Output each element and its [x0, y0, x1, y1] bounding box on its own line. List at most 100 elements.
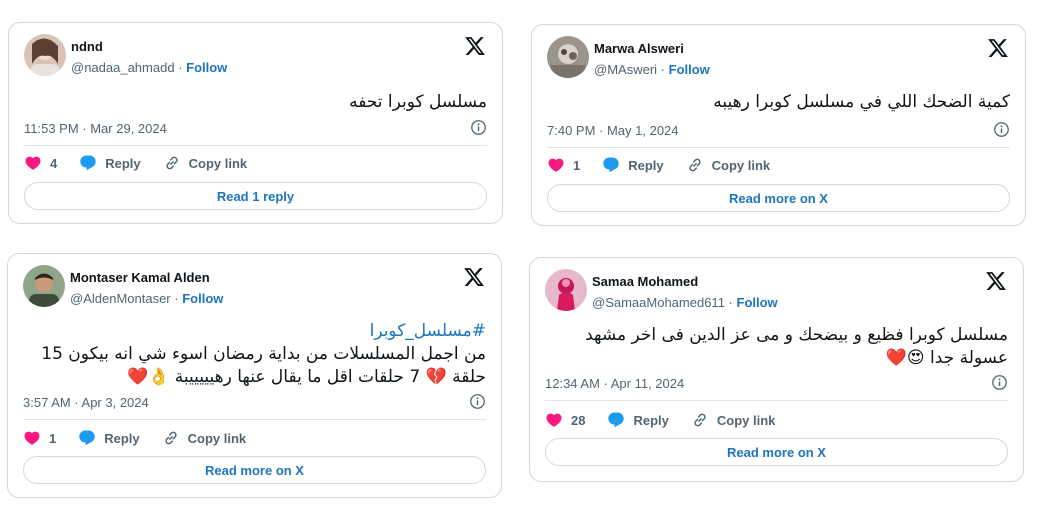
reply-icon — [607, 411, 625, 429]
author-handle[interactable]: @nadaa_ahmadd — [71, 60, 175, 75]
follow-button[interactable]: Follow — [669, 62, 710, 77]
follow-button[interactable]: Follow — [182, 291, 223, 306]
like-button[interactable]: 4 — [24, 154, 57, 172]
copy-link-label: Copy link — [711, 157, 771, 173]
tweet-text-line: مسلسل كوبرا فظيع و بيضحك و مى عز الدين ف… — [585, 325, 1008, 345]
link-icon — [162, 429, 180, 447]
reply-label: Reply — [104, 430, 140, 446]
timestamp[interactable]: 3:57 AM · Apr 3, 2024 — [23, 395, 149, 410]
read-more-button[interactable]: Read more on X — [23, 456, 486, 484]
x-logo-icon[interactable] — [987, 37, 1009, 59]
heart-icon — [24, 154, 42, 172]
author-name[interactable]: Samaa Mohamed — [592, 274, 698, 289]
x-logo-icon[interactable] — [985, 270, 1007, 292]
reply-label: Reply — [633, 412, 669, 428]
tweet-text: مسلسل كوبرا تحفه — [349, 92, 487, 112]
action-bar: 1 Reply Copy link — [547, 155, 1010, 175]
timestamp[interactable]: 12:34 AM · Apr 11, 2024 — [545, 376, 684, 391]
read-more-button[interactable]: Read more on X — [547, 184, 1010, 212]
author-handle[interactable]: @MAsweri — [594, 62, 657, 77]
reply-label: Reply — [105, 155, 141, 171]
x-logo-icon[interactable] — [463, 266, 485, 288]
like-button[interactable]: 1 — [547, 156, 580, 174]
tweet-meta: 12:34 AM · Apr 11, 2024 — [545, 376, 1008, 391]
link-icon — [163, 154, 181, 172]
divider — [24, 145, 487, 146]
tweet-card: Marwa Alsweri @MAsweri · Follow كمية الض… — [531, 24, 1026, 226]
tweet-meta: 7:40 PM · May 1, 2024 — [547, 123, 1010, 138]
tweet-text: مسلسل كوبرا فظيع و بيضحك و مى عز الدين ف… — [545, 324, 1008, 370]
action-bar: 28 Reply Copy link — [545, 410, 1008, 430]
divider — [545, 400, 1008, 401]
reply-button[interactable]: Reply — [78, 429, 140, 447]
follow-button[interactable]: Follow — [737, 295, 778, 310]
timestamp[interactable]: 7:40 PM · May 1, 2024 — [547, 123, 679, 138]
like-count: 4 — [50, 155, 58, 171]
reply-icon — [602, 156, 620, 174]
tweet-text: #مسلسل_كوبرا من اجمل المسلسلات من بداية … — [23, 320, 486, 389]
author-handle-row: @nadaa_ahmadd · Follow — [71, 60, 227, 75]
separator: · — [178, 60, 187, 75]
copy-link-button[interactable]: Copy link — [163, 154, 248, 172]
like-button[interactable]: 28 — [545, 411, 585, 429]
info-icon[interactable] — [993, 121, 1010, 138]
tweet-text-line: من اجمل المسلسلات من بداية رمضان اسوء شي… — [41, 344, 486, 364]
info-icon[interactable] — [469, 393, 486, 410]
tweet-card: ndnd @nadaa_ahmadd · Follow مسلسل كوبرا … — [8, 22, 503, 224]
author-handle-row: @SamaaMohamed611 · Follow — [592, 295, 778, 310]
tweet-meta: 11:53 PM · Mar 29, 2024 — [24, 121, 487, 136]
like-count: 1 — [49, 430, 57, 446]
heart-icon — [23, 429, 41, 447]
link-icon — [686, 156, 704, 174]
author-name[interactable]: ndnd — [71, 39, 103, 54]
tweet-text-line: حلقة 💔 7 حلقات اقل ما يقال عنها رهيييييب… — [127, 367, 486, 387]
tweet-text-line: عسولة جدا 😍❤️ — [885, 348, 1008, 368]
separator: · — [728, 295, 737, 310]
copy-link-button[interactable]: Copy link — [691, 411, 776, 429]
read-more-button[interactable]: Read more on X — [545, 438, 1008, 466]
avatar[interactable] — [545, 269, 587, 311]
author-handle-row: @MAsweri · Follow — [594, 62, 710, 77]
action-bar: 4 Reply Copy link — [24, 153, 487, 173]
read-replies-button[interactable]: Read 1 reply — [24, 182, 487, 210]
author-handle[interactable]: @AldenMontaser — [70, 291, 171, 306]
timestamp[interactable]: 11:53 PM · Mar 29, 2024 — [24, 121, 167, 136]
tweet-card: Samaa Mohamed @SamaaMohamed611 · Follow … — [529, 257, 1024, 482]
tweet-text: كمية الضحك اللي في مسلسل كوبرا رهيبه — [713, 92, 1010, 112]
reply-button[interactable]: Reply — [607, 411, 669, 429]
divider — [547, 147, 1010, 148]
copy-link-label: Copy link — [187, 430, 247, 446]
avatar[interactable] — [23, 265, 65, 307]
action-bar: 1 Reply Copy link — [23, 428, 486, 448]
avatar[interactable] — [24, 34, 66, 76]
copy-link-label: Copy link — [188, 155, 248, 171]
link-icon — [691, 411, 709, 429]
copy-link-button[interactable]: Copy link — [162, 429, 247, 447]
follow-button[interactable]: Follow — [186, 60, 227, 75]
info-icon[interactable] — [991, 374, 1008, 391]
x-logo-icon[interactable] — [464, 35, 486, 57]
avatar[interactable] — [547, 36, 589, 78]
hashtag-link[interactable]: #مسلسل_كوبرا — [370, 321, 486, 341]
reply-icon — [79, 154, 97, 172]
copy-link-button[interactable]: Copy link — [686, 156, 771, 174]
author-name[interactable]: Marwa Alsweri — [594, 41, 684, 56]
info-icon[interactable] — [470, 119, 487, 136]
author-handle[interactable]: @SamaaMohamed611 — [592, 295, 725, 310]
reply-icon — [78, 429, 96, 447]
author-handle-row: @AldenMontaser · Follow — [70, 291, 223, 306]
heart-icon — [545, 411, 563, 429]
tweet-card: Montaser Kamal Alden @AldenMontaser · Fo… — [7, 253, 502, 498]
reply-button[interactable]: Reply — [602, 156, 664, 174]
like-button[interactable]: 1 — [23, 429, 56, 447]
reply-label: Reply — [628, 157, 664, 173]
like-count: 1 — [573, 157, 581, 173]
copy-link-label: Copy link — [716, 412, 776, 428]
separator: · — [660, 62, 669, 77]
reply-button[interactable]: Reply — [79, 154, 141, 172]
divider — [23, 419, 486, 420]
tweet-meta: 3:57 AM · Apr 3, 2024 — [23, 395, 486, 410]
author-name[interactable]: Montaser Kamal Alden — [70, 270, 210, 285]
like-count: 28 — [571, 412, 586, 428]
heart-icon — [547, 156, 565, 174]
